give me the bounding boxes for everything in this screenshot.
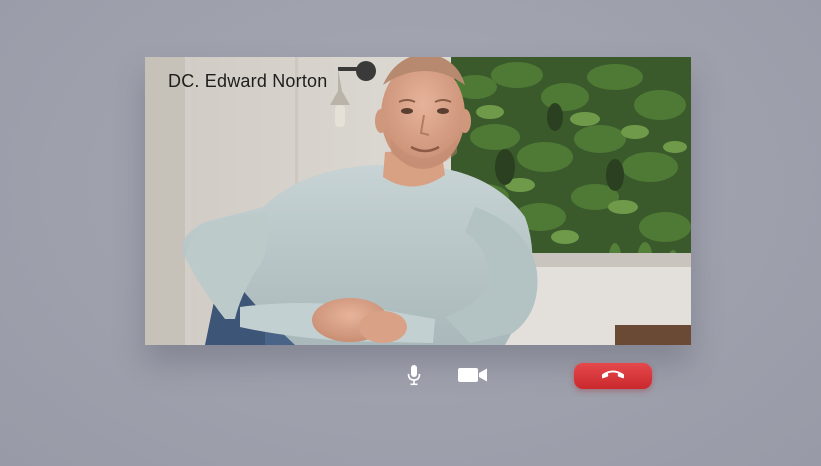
- video-call-screen: DC. Edward Norton: [0, 0, 821, 466]
- call-controls-bar: [0, 360, 821, 392]
- toggle-camera-button[interactable]: [456, 366, 490, 388]
- microphone-icon: [407, 364, 421, 391]
- phone-hangup-icon: [601, 367, 625, 385]
- mute-microphone-button[interactable]: [403, 364, 425, 391]
- remote-video-feed: DC. Edward Norton: [145, 57, 691, 345]
- video-camera-icon: [458, 367, 488, 388]
- end-call-button[interactable]: [574, 363, 652, 389]
- remote-video-image: [145, 57, 691, 345]
- caller-name-label: DC. Edward Norton: [168, 71, 328, 91]
